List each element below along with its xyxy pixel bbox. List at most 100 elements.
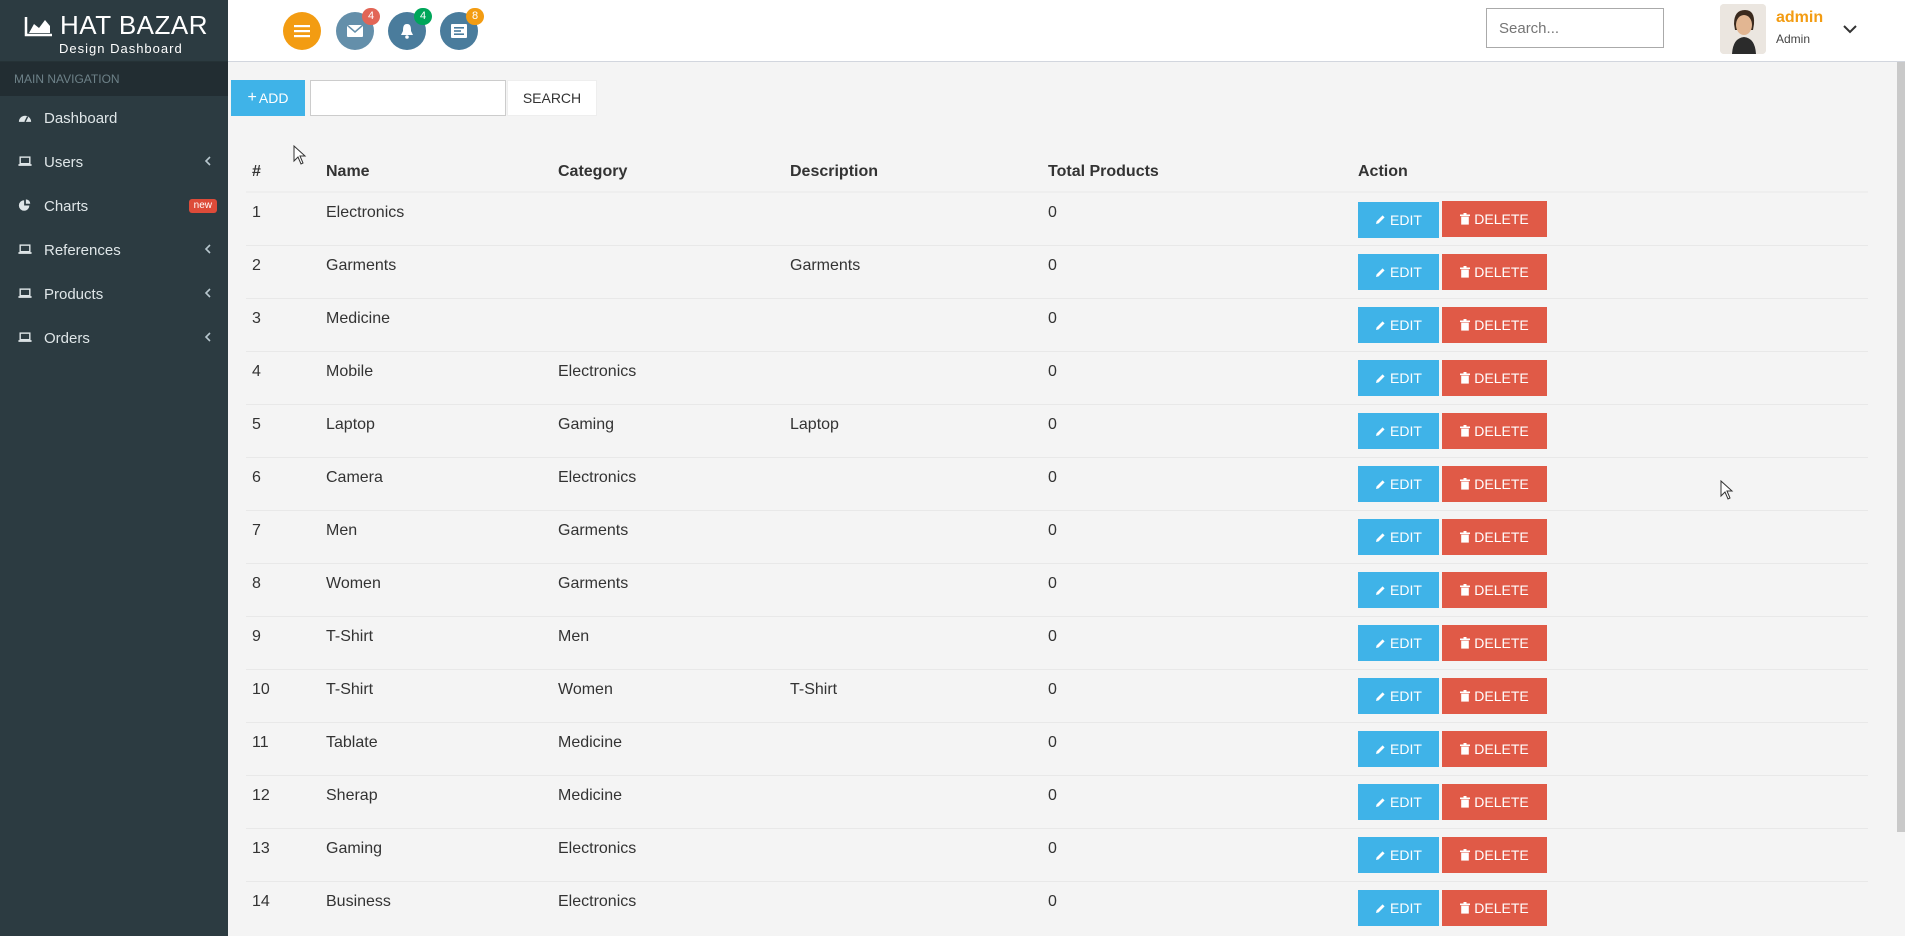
pencil-icon — [1376, 638, 1385, 648]
cell-category — [552, 297, 784, 351]
edit-button[interactable]: EDIT — [1358, 837, 1439, 873]
cell-description — [784, 456, 1042, 510]
edit-button[interactable]: EDIT — [1358, 519, 1439, 555]
delete-button[interactable]: DELETE — [1442, 201, 1547, 237]
cell-actions: EDIT DELETE — [1352, 721, 1868, 775]
sidebar-item-label: Orders — [44, 329, 90, 347]
delete-button[interactable]: DELETE — [1442, 571, 1547, 608]
user-avatar-image — [1720, 4, 1766, 54]
delete-button[interactable]: DELETE — [1442, 253, 1547, 290]
sidebar-item-charts[interactable]: Charts new — [0, 184, 228, 228]
cell-name: T-Shirt — [320, 615, 552, 669]
delete-button[interactable]: DELETE — [1442, 306, 1547, 343]
cell-total-products: 0 — [1042, 668, 1352, 722]
delete-button[interactable]: DELETE — [1442, 730, 1547, 767]
edit-button-label: EDIT — [1390, 688, 1422, 704]
sidebar-item-users[interactable]: Users — [0, 140, 228, 184]
search-button[interactable]: SEARCH — [507, 80, 597, 116]
messages-count-badge: 4 — [362, 8, 380, 25]
edit-button[interactable]: EDIT — [1358, 678, 1439, 714]
add-button[interactable]: + ADD — [231, 80, 305, 116]
delete-button[interactable]: DELETE — [1442, 412, 1547, 449]
sidebar-item-products[interactable]: Products — [0, 272, 228, 316]
sidebar-item-references[interactable]: References — [0, 228, 228, 272]
hamburger-icon — [294, 25, 310, 38]
chevron-left-icon — [204, 288, 211, 298]
sidebar-item-dashboard[interactable]: Dashboard — [0, 96, 228, 140]
notifications-button[interactable]: 4 — [388, 8, 432, 50]
cell-total-products: 0 — [1042, 191, 1352, 245]
edit-button-label: EDIT — [1390, 370, 1422, 386]
edit-button[interactable]: EDIT — [1358, 254, 1439, 290]
cell-name: Medicine — [320, 297, 552, 351]
pie-chart-icon — [18, 199, 34, 213]
table-row: 6 Camera Electronics 0 EDIT DELETE — [246, 456, 1868, 510]
delete-button[interactable]: DELETE — [1442, 836, 1547, 873]
delete-button[interactable]: DELETE — [1442, 518, 1547, 555]
plus-icon: + — [247, 89, 257, 106]
delete-button[interactable]: DELETE — [1442, 465, 1547, 502]
delete-button[interactable]: DELETE — [1442, 624, 1547, 661]
cell-actions: EDIT DELETE — [1352, 562, 1868, 616]
edit-button[interactable]: EDIT — [1358, 360, 1439, 396]
delete-button-label: DELETE — [1474, 846, 1529, 863]
search-input[interactable] — [310, 80, 506, 116]
edit-button[interactable]: EDIT — [1358, 625, 1439, 661]
table-row: 1 Electronics 0 EDIT DELETE — [246, 191, 1868, 245]
pencil-icon — [1376, 797, 1385, 807]
brand-subtitle: Design Dashboard — [59, 41, 183, 56]
avatar[interactable] — [1720, 4, 1766, 54]
trash-icon — [1460, 901, 1471, 914]
tasks-button[interactable]: 8 — [440, 8, 484, 50]
edit-button[interactable]: EDIT — [1358, 890, 1439, 926]
delete-button[interactable]: DELETE — [1442, 677, 1547, 714]
user-name[interactable]: admin — [1776, 9, 1823, 27]
notifications-count-badge: 4 — [414, 8, 432, 25]
cell-name: Camera — [320, 456, 552, 510]
cell-description — [784, 350, 1042, 404]
cell-description — [784, 615, 1042, 669]
edit-button[interactable]: EDIT — [1358, 413, 1439, 449]
table-row: 13 Gaming Electronics 0 EDIT DELETE — [246, 827, 1868, 881]
edit-button[interactable]: EDIT — [1358, 731, 1439, 767]
area-chart-icon — [24, 16, 52, 36]
sidebar-item-orders[interactable]: Orders — [0, 316, 228, 360]
delete-button-label: DELETE — [1474, 793, 1529, 810]
delete-button-label: DELETE — [1474, 687, 1529, 704]
pencil-icon — [1376, 267, 1385, 277]
table-row: 2 Garments Garments 0 EDIT DELETE — [246, 244, 1868, 298]
brand[interactable]: HAT BAZAR Design Dashboard — [0, 0, 228, 62]
edit-button[interactable]: EDIT — [1358, 784, 1439, 820]
edit-button[interactable]: EDIT — [1358, 307, 1439, 343]
cell-total-products: 0 — [1042, 880, 1352, 934]
edit-button-label: EDIT — [1390, 900, 1422, 916]
bell-icon — [401, 24, 413, 39]
menu-toggle-button[interactable] — [283, 12, 321, 50]
laptop-icon — [18, 243, 34, 257]
edit-button[interactable]: EDIT — [1358, 572, 1439, 608]
delete-button[interactable]: DELETE — [1442, 783, 1547, 820]
messages-button[interactable]: 4 — [336, 8, 380, 50]
table-row: 12 Sherap Medicine 0 EDIT DELETE — [246, 774, 1868, 828]
edit-button[interactable]: EDIT — [1358, 466, 1439, 502]
cell-id: 4 — [246, 350, 320, 404]
chevron-left-icon — [204, 244, 211, 254]
header-search-input[interactable] — [1486, 8, 1664, 48]
trash-icon — [1460, 530, 1471, 543]
categories-table: # Name Category Description Total Products Ac… — [246, 152, 1868, 934]
main-content: + ADD SEARCH # Name Category Description Tot… — [228, 62, 1905, 936]
pencil-icon — [1376, 744, 1385, 754]
edit-button[interactable]: EDIT — [1358, 201, 1439, 238]
cell-description: T-Shirt — [784, 668, 1042, 722]
trash-icon — [1460, 265, 1471, 278]
column-header: # — [246, 152, 320, 193]
table-row: 9 T-Shirt Men 0 EDIT DELETE — [246, 615, 1868, 669]
delete-button[interactable]: DELETE — [1442, 359, 1547, 396]
delete-button-label: DELETE — [1474, 581, 1529, 598]
toolbar: + ADD SEARCH — [231, 80, 597, 116]
delete-button[interactable]: DELETE — [1442, 889, 1547, 926]
chevron-down-icon[interactable] — [1842, 22, 1858, 36]
page-scrollbar[interactable] — [1897, 62, 1905, 832]
sidebar: HAT BAZAR Design Dashboard MAIN NAVIGATI… — [0, 0, 228, 936]
nav-list: Dashboard Users Charts new References Product… — [0, 96, 228, 360]
